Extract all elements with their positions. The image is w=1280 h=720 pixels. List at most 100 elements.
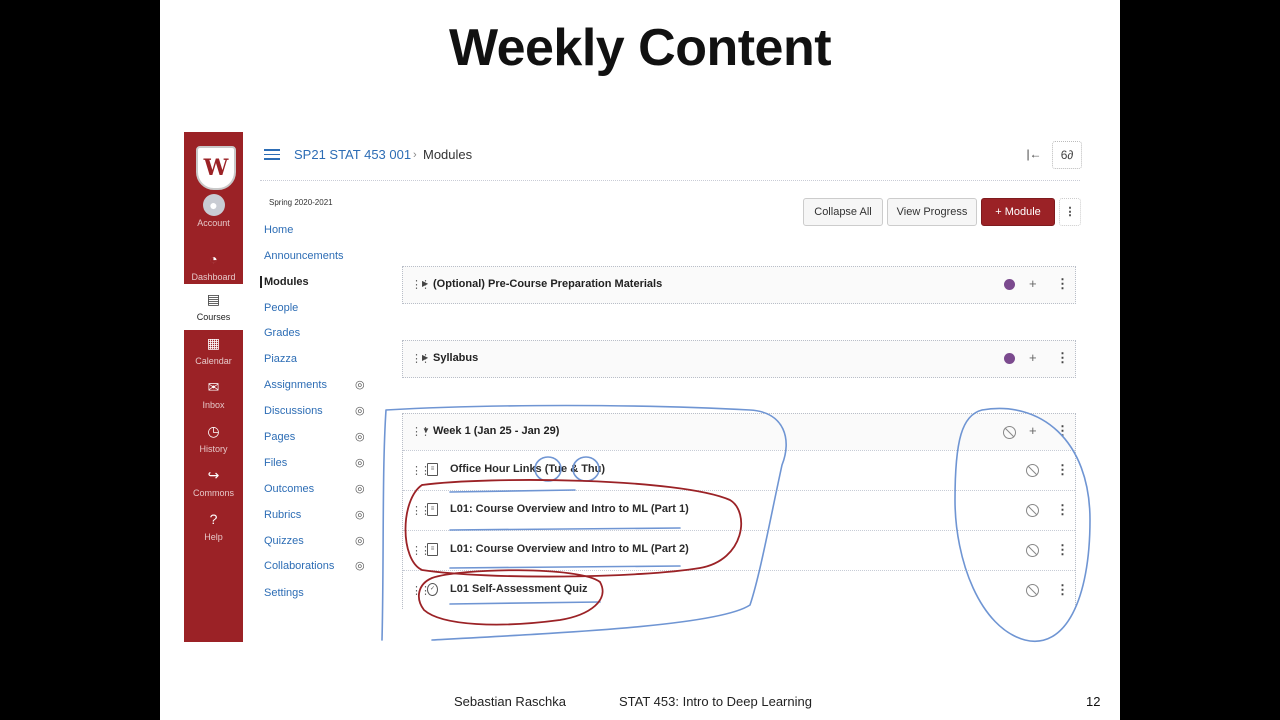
footer-author: Sebastian Raschka xyxy=(454,694,567,709)
module-card: ⋮⋮ ▶ (Optional) Pre-Course Preparation M… xyxy=(402,266,1076,304)
history-icon: ◷ xyxy=(207,423,220,439)
hidden-eye-icon: ◎ xyxy=(355,535,365,547)
module-menu-icon[interactable]: ⋮ xyxy=(1056,276,1069,292)
module-item-title[interactable]: L01 Self-Assessment Quiz xyxy=(450,583,588,595)
module-title[interactable]: (Optional) Pre-Course Preparation Materi… xyxy=(433,278,662,290)
hidden-eye-icon: ◎ xyxy=(355,560,365,572)
module-header[interactable]: ⋮⋮ ▶ (Optional) Pre-Course Preparation M… xyxy=(403,267,1075,303)
hidden-eye-icon: ◎ xyxy=(355,509,365,521)
page-icon: ≡ xyxy=(427,503,438,516)
module-header[interactable]: ⋮⋮ ▼ Week 1 (Jan 25 - Jan 29) + ⋮ xyxy=(403,414,1075,450)
item-menu-icon[interactable]: ⋮ xyxy=(1056,582,1069,598)
add-item-icon[interactable]: + xyxy=(1029,350,1037,365)
unpublished-icon[interactable] xyxy=(1026,584,1039,597)
quiz-icon: ✓ xyxy=(427,583,438,596)
breadcrumb-course[interactable]: SP21 STAT 453 001 xyxy=(294,147,411,162)
item-menu-icon[interactable]: ⋮ xyxy=(1056,502,1069,518)
dashboard-icon: ◔ xyxy=(209,251,218,267)
global-nav: W ● Account ◔ Dashboard ▤ Courses ▦ Cale… xyxy=(184,132,243,642)
global-nav-dashboard[interactable]: ◔ Dashboard xyxy=(184,248,243,282)
item-menu-icon[interactable]: ⋮ xyxy=(1056,462,1069,478)
footer-course: STAT 453: Intro to Deep Learning xyxy=(619,694,812,709)
courses-icon: ▤ xyxy=(206,291,221,307)
calendar-icon: ▦ xyxy=(206,335,221,351)
global-nav-label: Inbox xyxy=(202,400,225,410)
add-item-icon[interactable]: + xyxy=(1029,276,1037,291)
global-nav-label: Commons xyxy=(192,488,234,498)
hamburger-menu-icon[interactable] xyxy=(264,149,280,161)
published-icon[interactable] xyxy=(1004,353,1015,364)
collapse-all-button[interactable]: Collapse All xyxy=(803,198,883,226)
unpublished-icon[interactable] xyxy=(1026,464,1039,477)
help-icon: ? xyxy=(209,511,218,527)
module-item-title[interactable]: Office Hour Links (Tue & Thu) xyxy=(450,463,605,475)
unpublished-icon[interactable] xyxy=(1026,504,1039,517)
item-menu-icon[interactable]: ⋮ xyxy=(1056,542,1069,558)
module-card: ⋮⋮ ▼ Week 1 (Jan 25 - Jan 29) + ⋮ ⋮⋮ ≡ O… xyxy=(402,413,1076,610)
course-nav-home[interactable]: Home xyxy=(264,224,374,236)
page-icon: ≡ xyxy=(427,543,438,556)
hidden-eye-icon: ◎ xyxy=(355,379,365,391)
hidden-eye-icon: ◎ xyxy=(355,457,365,469)
add-module-button[interactable]: + Module xyxy=(981,198,1055,226)
course-nav-announcements[interactable]: Announcements xyxy=(264,250,374,262)
page-header: SP21 STAT 453 001 › Modules |← 6∂ xyxy=(260,140,1082,181)
page-number: 12 xyxy=(1086,694,1101,709)
global-nav-inbox[interactable]: ✉ Inbox xyxy=(184,376,243,410)
global-nav-commons[interactable]: ↪ Commons xyxy=(184,464,243,498)
course-nav-piazza[interactable]: Piazza xyxy=(264,353,374,365)
slide-title: Weekly Content xyxy=(448,19,832,77)
add-item-icon[interactable]: + xyxy=(1029,423,1037,438)
expand-caret-icon[interactable]: ▶ xyxy=(422,279,428,288)
slide: Weekly Content W ● Account ◔ Dashboard ▤… xyxy=(160,0,1120,720)
university-logo[interactable]: W xyxy=(196,146,236,190)
hidden-eye-icon: ◎ xyxy=(355,405,365,417)
module-item[interactable]: ⋮⋮ ≡ L01: Course Overview and Intro to M… xyxy=(403,530,1075,570)
unpublished-icon[interactable] xyxy=(1003,426,1016,439)
course-nav-settings[interactable]: Settings xyxy=(264,587,374,599)
module-item[interactable]: ⋮⋮ ≡ L01: Course Overview and Intro to M… xyxy=(403,490,1075,530)
global-nav-help[interactable]: ? Help xyxy=(184,508,243,542)
hidden-eye-icon: ◎ xyxy=(355,431,365,443)
unpublished-icon[interactable] xyxy=(1026,544,1039,557)
collapse-nav-icon[interactable]: |← xyxy=(1022,141,1046,167)
published-icon[interactable] xyxy=(1004,279,1015,290)
module-item[interactable]: ⋮⋮ ≡ Office Hour Links (Tue & Thu) ⋮ xyxy=(403,450,1075,490)
account-icon: ● xyxy=(202,194,225,216)
logo-letter: W xyxy=(203,155,229,181)
module-menu-icon[interactable]: ⋮ xyxy=(1056,423,1069,439)
immersive-reader-button[interactable]: 6∂ xyxy=(1052,141,1082,169)
breadcrumb-page: Modules xyxy=(423,147,473,162)
course-nav-people[interactable]: People xyxy=(264,302,374,314)
global-nav-label: Courses xyxy=(196,312,231,322)
module-item-title[interactable]: L01: Course Overview and Intro to ML (Pa… xyxy=(450,503,689,515)
global-nav-calendar[interactable]: ▦ Calendar xyxy=(184,332,243,366)
term-label: Spring 2020-2021 xyxy=(269,198,333,207)
course-nav-modules[interactable]: Modules xyxy=(260,276,374,288)
breadcrumb-separator-icon: › xyxy=(413,149,417,161)
global-nav-label: History xyxy=(199,444,228,454)
module-title[interactable]: Syllabus xyxy=(433,352,478,364)
collapse-caret-icon[interactable]: ▼ xyxy=(422,426,430,435)
global-nav-label: Account xyxy=(197,218,230,228)
module-header[interactable]: ⋮⋮ ▶ Syllabus + ⋮ xyxy=(403,341,1075,377)
module-item[interactable]: ⋮⋮ ✓ L01 Self-Assessment Quiz ⋮ xyxy=(403,570,1075,610)
expand-caret-icon[interactable]: ▶ xyxy=(422,353,428,362)
global-nav-account[interactable]: ● Account xyxy=(184,194,243,228)
module-card: ⋮⋮ ▶ Syllabus + ⋮ xyxy=(402,340,1076,378)
more-options-icon[interactable]: ⋮ xyxy=(1059,198,1081,226)
global-nav-label: Help xyxy=(204,532,223,542)
global-nav-courses[interactable]: ▤ Courses xyxy=(184,284,243,330)
inbox-icon: ✉ xyxy=(207,379,220,395)
hidden-eye-icon: ◎ xyxy=(355,483,365,495)
global-nav-label: Dashboard xyxy=(191,272,236,282)
global-nav-label: Calendar xyxy=(195,356,232,366)
view-progress-button[interactable]: View Progress xyxy=(887,198,977,226)
commons-icon: ↪ xyxy=(207,467,220,483)
page-icon: ≡ xyxy=(427,463,438,476)
module-title[interactable]: Week 1 (Jan 25 - Jan 29) xyxy=(433,425,559,437)
global-nav-history[interactable]: ◷ History xyxy=(184,420,243,454)
module-menu-icon[interactable]: ⋮ xyxy=(1056,350,1069,366)
module-item-title[interactable]: L01: Course Overview and Intro to ML (Pa… xyxy=(450,543,689,555)
course-nav-grades[interactable]: Grades xyxy=(264,327,374,339)
